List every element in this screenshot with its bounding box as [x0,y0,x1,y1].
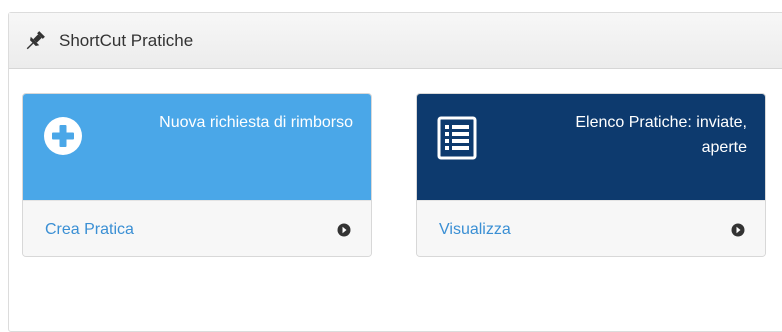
card-new-request: Nuova richiesta di rimborso Crea Pratica [22,93,372,257]
card-new-request-footer[interactable]: Crea Pratica [23,200,371,256]
card-new-request-heading: Nuova richiesta di rimborso [159,114,353,131]
pin-icon [23,29,47,53]
panel-header: ShortCut Pratiche [9,13,782,69]
arrow-circle-right-icon[interactable] [731,223,745,237]
visualizza-link[interactable]: Visualizza [439,221,511,239]
plus-circle-icon [43,116,83,156]
card-new-request-header: Nuova richiesta di rimborso [23,94,371,200]
card-pratiche-list-header: Elenco Pratiche: inviate, aperte [417,94,765,200]
card-pratiche-list-heading: Elenco Pratiche: inviate, aperte [575,114,747,156]
list-icon [437,116,477,160]
arrow-circle-right-icon[interactable] [337,223,351,237]
panel-title: ShortCut Pratiche [59,30,194,50]
create-pratica-link[interactable]: Crea Pratica [45,221,134,239]
card-pratiche-list: Elenco Pratiche: inviate, aperte Visuali… [416,93,766,257]
card-pratiche-list-footer[interactable]: Visualizza [417,200,765,256]
